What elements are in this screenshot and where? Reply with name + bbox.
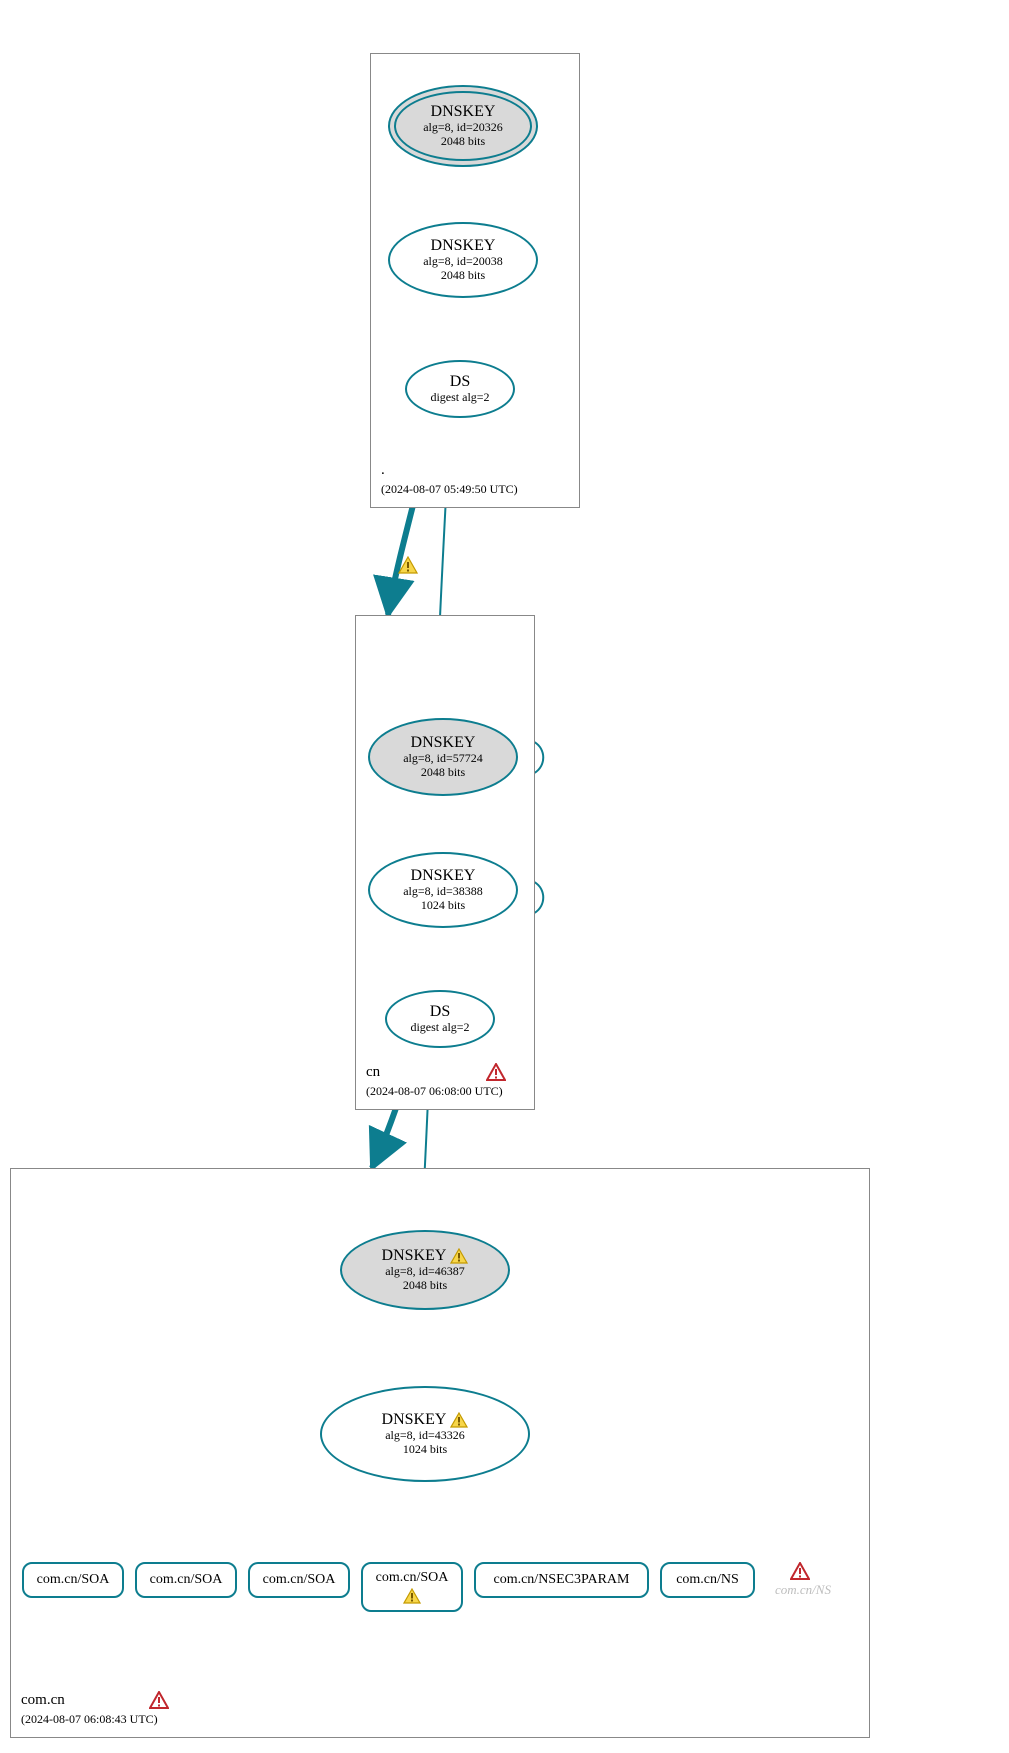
node-line1: alg=8, id=38388 <box>403 885 483 899</box>
rrset-soa-2[interactable]: com.cn/SOA <box>135 1562 237 1598</box>
node-title: DNSKEY <box>431 237 496 255</box>
warning-icon <box>450 1412 468 1428</box>
error-icon[interactable] <box>149 1691 169 1709</box>
node-root-ds[interactable]: DS digest alg=2 <box>405 360 515 418</box>
rrset-label: com.cn/SOA <box>150 1572 223 1588</box>
node-title: DNSKEY <box>431 103 496 121</box>
rrset-ns[interactable]: com.cn/NS <box>660 1562 755 1598</box>
ghost-ns-label: com.cn/NS <box>775 1582 831 1598</box>
node-title: DNSKEY <box>382 1247 447 1265</box>
rrset-label: com.cn/NSEC3PARAM <box>493 1572 629 1588</box>
zone-root-timestamp: (2024-08-07 05:49:50 UTC) <box>381 482 518 497</box>
node-line1: alg=8, id=43326 <box>385 1429 465 1443</box>
warning-icon <box>450 1248 468 1264</box>
error-icon[interactable] <box>486 1063 506 1081</box>
node-line1: alg=8, id=46387 <box>385 1265 465 1279</box>
node-title: DNSKEY <box>411 734 476 752</box>
rrset-label: com.cn/NS <box>676 1572 739 1588</box>
zone-comcn-timestamp: (2024-08-07 06:08:43 UTC) <box>21 1712 158 1727</box>
zone-cn-timestamp: (2024-08-07 06:08:00 UTC) <box>366 1084 503 1099</box>
node-comcn-ksk[interactable]: DNSKEY alg=8, id=46387 2048 bits <box>340 1230 510 1310</box>
rrset-label: com.cn/SOA <box>263 1572 336 1588</box>
node-line2: 2048 bits <box>441 269 485 283</box>
node-cn-ksk[interactable]: DNSKEY alg=8, id=57724 2048 bits <box>368 718 518 796</box>
warning-icon[interactable] <box>398 556 418 574</box>
diagram-canvas: . (2024-08-07 05:49:50 UTC) DNSKEY alg=8… <box>0 0 1009 1753</box>
node-line1: digest alg=2 <box>410 1021 469 1035</box>
rrset-label: com.cn/SOA <box>37 1572 110 1588</box>
rrset-soa-4-warn[interactable]: com.cn/SOA <box>361 1562 463 1612</box>
node-line1: alg=8, id=20038 <box>423 255 503 269</box>
node-line1: alg=8, id=20326 <box>423 121 503 135</box>
node-root-ksk[interactable]: DNSKEY alg=8, id=20326 2048 bits <box>388 85 538 167</box>
node-line2: 1024 bits <box>403 1443 447 1457</box>
node-root-zsk[interactable]: DNSKEY alg=8, id=20038 2048 bits <box>388 222 538 298</box>
node-cn-ds[interactable]: DS digest alg=2 <box>385 990 495 1048</box>
rrset-nsec3param[interactable]: com.cn/NSEC3PARAM <box>474 1562 649 1598</box>
zone-comcn-label: com.cn <box>21 1692 65 1709</box>
rrset-soa-1[interactable]: com.cn/SOA <box>22 1562 124 1598</box>
node-title: DS <box>450 373 470 391</box>
node-line2: 2048 bits <box>421 766 465 780</box>
rrset-soa-3[interactable]: com.cn/SOA <box>248 1562 350 1598</box>
node-title: DS <box>430 1003 450 1021</box>
node-cn-zsk[interactable]: DNSKEY alg=8, id=38388 1024 bits <box>368 852 518 928</box>
node-line1: alg=8, id=57724 <box>403 752 483 766</box>
zone-cn-label: cn <box>366 1064 380 1081</box>
node-comcn-zsk[interactable]: DNSKEY alg=8, id=43326 1024 bits <box>320 1386 530 1482</box>
node-line1: digest alg=2 <box>430 391 489 405</box>
warning-icon <box>403 1588 421 1604</box>
node-title: DNSKEY <box>382 1411 447 1429</box>
zone-root-label: . <box>381 462 385 479</box>
node-title: DNSKEY <box>411 867 476 885</box>
rrset-label: com.cn/SOA <box>376 1570 449 1586</box>
node-line2: 1024 bits <box>421 899 465 913</box>
node-line2: 2048 bits <box>441 135 485 149</box>
node-line2: 2048 bits <box>403 1279 447 1293</box>
error-icon[interactable] <box>790 1562 810 1580</box>
